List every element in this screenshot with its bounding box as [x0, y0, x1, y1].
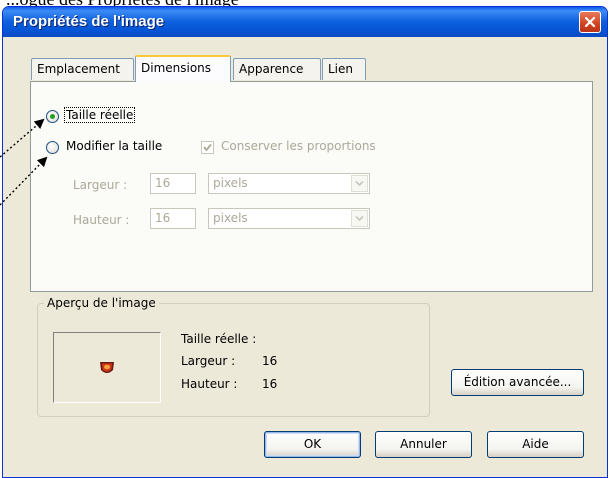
- title-bar[interactable]: Propriétés de l'image: [3, 7, 607, 37]
- image-preview-legend: Aperçu de l'image: [44, 296, 159, 310]
- advanced-edit-button[interactable]: Édition avancée...: [451, 369, 584, 396]
- preview-actual-size-heading: Taille réelle :: [181, 332, 257, 346]
- width-unit-select[interactable]: pixels: [208, 173, 370, 194]
- constrain-proportions-label[interactable]: Conserver les proportions: [221, 139, 376, 153]
- height-unit-dropdown-button[interactable]: [351, 210, 368, 227]
- actual-size-label[interactable]: Taille réelle: [64, 107, 136, 123]
- image-preview-box: [53, 332, 161, 403]
- height-unit-select[interactable]: pixels: [208, 208, 370, 229]
- actual-size-radio[interactable]: [46, 110, 59, 123]
- tab-dimensions[interactable]: Dimensions: [135, 55, 231, 82]
- width-unit-value: pixels: [213, 176, 248, 190]
- width-label: Largeur :: [73, 178, 128, 192]
- preview-height-label: Hauteur :: [181, 377, 238, 391]
- height-label: Hauteur :: [73, 213, 130, 227]
- close-icon: [584, 16, 596, 28]
- custom-size-label[interactable]: Modifier la taille: [66, 139, 162, 153]
- width-unit-dropdown-button[interactable]: [351, 175, 368, 192]
- tab-emplacement[interactable]: Emplacement: [31, 58, 134, 80]
- close-button[interactable]: [579, 11, 601, 33]
- tab-lien[interactable]: Lien: [322, 58, 366, 80]
- preview-height-value: 16: [262, 377, 278, 391]
- image-thumbnail-icon: [100, 362, 114, 373]
- constrain-proportions-checkbox[interactable]: [201, 141, 214, 154]
- tab-apparence[interactable]: Apparence: [233, 58, 321, 80]
- chevron-down-icon: [355, 215, 364, 222]
- ok-button[interactable]: OK: [264, 431, 361, 458]
- dialog-title: Propriétés de l'image: [13, 13, 165, 30]
- actual-size-label-text: Taille réelle: [64, 107, 136, 123]
- height-input[interactable]: 16: [150, 208, 196, 229]
- chevron-down-icon: [355, 180, 364, 187]
- height-unit-value: pixels: [213, 211, 248, 225]
- help-button[interactable]: Aide: [487, 431, 584, 458]
- width-input[interactable]: 16: [150, 173, 196, 194]
- checkmark-icon: [203, 143, 212, 152]
- preview-width-value: 16: [262, 354, 278, 368]
- cancel-button[interactable]: Annuler: [375, 431, 472, 458]
- custom-size-radio[interactable]: [46, 141, 59, 154]
- preview-width-label: Largeur :: [181, 354, 236, 368]
